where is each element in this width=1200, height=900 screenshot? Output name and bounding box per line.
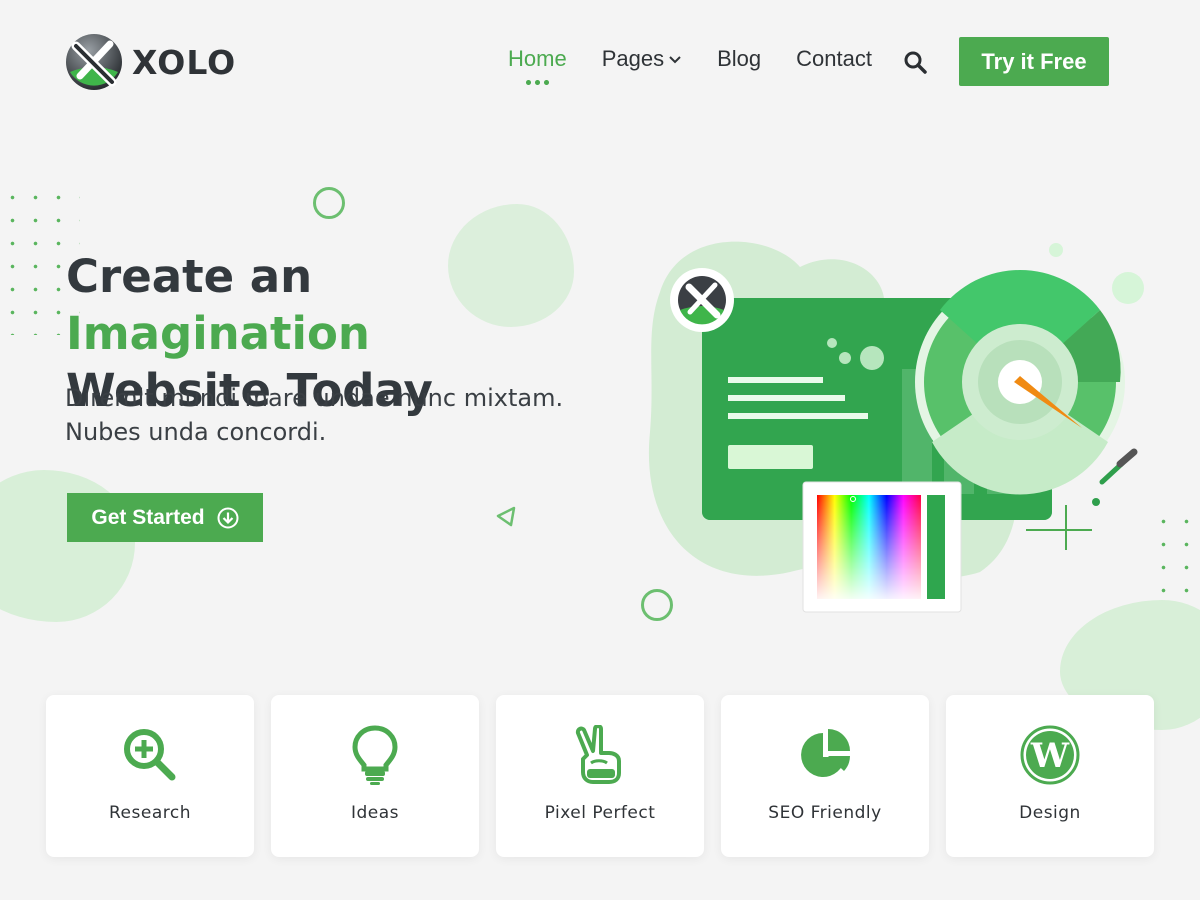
- feature-label: Ideas: [350, 803, 400, 823]
- magnifier-plus-icon: [118, 723, 182, 787]
- hero-illustration: [648, 241, 1144, 613]
- try-it-free-button[interactable]: Try it Free: [959, 37, 1109, 86]
- get-started-button[interactable]: Get Started: [67, 493, 263, 542]
- feature-card-seo-friendly[interactable]: SEO Friendly: [721, 695, 929, 857]
- nav-label: Pages: [601, 46, 665, 71]
- feature-card-ideas[interactable]: Ideas: [271, 695, 479, 857]
- ring-decoration: [313, 187, 345, 219]
- feature-cards: Research Ideas Pixel Perfect SEO Friendl…: [46, 695, 1154, 857]
- feature-label: Design: [1019, 803, 1081, 823]
- victory-hand-icon: [568, 723, 632, 787]
- feature-label: Pixel Perfect: [544, 803, 656, 823]
- logo[interactable]: XOLO: [64, 32, 236, 92]
- arrow-circle-down-icon: [217, 507, 239, 528]
- feature-label: SEO Friendly: [768, 803, 882, 823]
- feature-card-pixel-perfect[interactable]: Pixel Perfect: [496, 695, 704, 857]
- logo-mark-icon: [66, 34, 122, 90]
- svg-text:W: W: [1030, 736, 1070, 776]
- hero-subtitle: Diremit mundi mare undae nunc mixtam. Nu…: [65, 381, 625, 449]
- nav-item-pages[interactable]: Pages: [602, 46, 682, 72]
- hero-title-part1: Create an: [66, 250, 313, 303]
- search-icon[interactable]: [903, 50, 927, 74]
- triangle-decoration: [496, 506, 516, 527]
- nav-label: Contact: [796, 46, 872, 71]
- get-started-label: Get Started: [91, 505, 205, 529]
- site-header: XOLO Home Pages Blog Contact Try it Free: [0, 0, 1200, 120]
- feature-card-design[interactable]: W Design: [946, 695, 1154, 857]
- lightbulb-icon: [343, 723, 407, 787]
- feature-label: Research: [109, 803, 191, 823]
- pie-chart-icon: [793, 723, 857, 787]
- nav-label: Home: [508, 46, 567, 71]
- chevron-down-icon: [669, 56, 681, 64]
- feature-card-research[interactable]: Research: [46, 695, 254, 857]
- nav-item-contact[interactable]: Contact: [796, 46, 872, 72]
- nav-label: Blog: [717, 46, 762, 71]
- hero-title-accent: Imagination: [66, 307, 370, 360]
- hero-subtitle-line2: Nubes unda concordi.: [65, 418, 327, 446]
- nav-item-home[interactable]: Home: [508, 46, 567, 72]
- nav-item-blog[interactable]: Blog: [717, 46, 761, 72]
- logo-text: XOLO: [132, 42, 237, 82]
- wordpress-icon: W: [1018, 723, 1082, 787]
- hero-subtitle-line1: Diremit mundi mare undae nunc mixtam.: [65, 384, 564, 412]
- main-nav: Home Pages Blog Contact: [508, 46, 907, 72]
